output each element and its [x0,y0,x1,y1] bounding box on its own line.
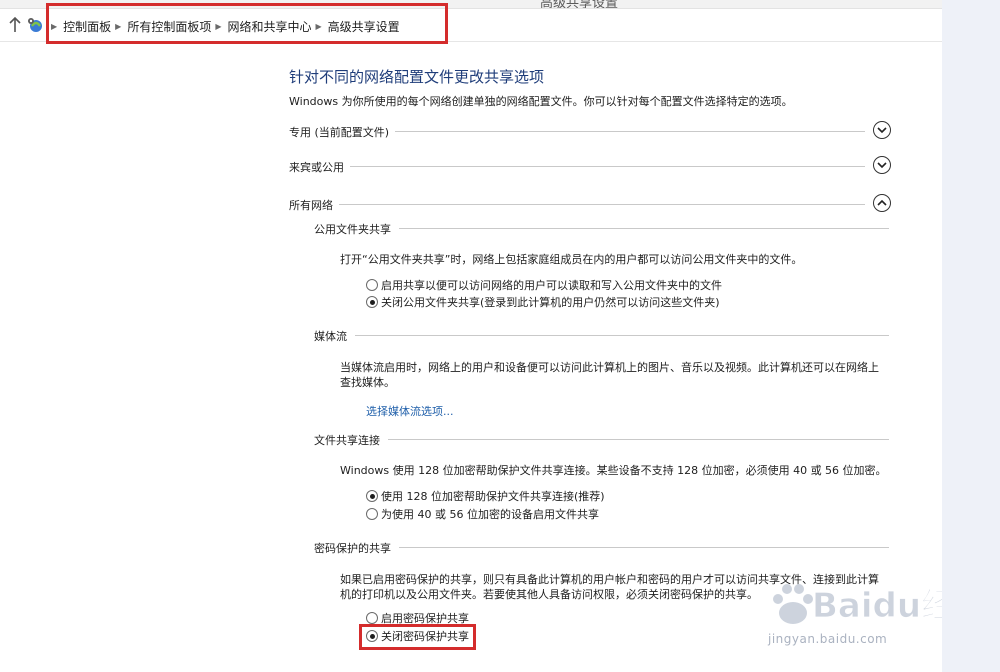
profile-guest-public-label: 来宾或公用 [289,159,350,175]
up-arrow-icon[interactable] [8,16,22,34]
radio-label: 为使用 40 或 56 位加密的设备启用文件共享 [381,508,599,521]
media-streaming-description-line2: 查找媒体。 [340,376,395,389]
password-sharing-header: 密码保护的共享 [314,539,889,556]
radio-label: 关闭公用文件夹共享(登录到此计算机的用户仍然可以访问这些文件夹) [381,296,720,309]
password-option-highlight-box [359,624,476,650]
divider [289,166,865,167]
profile-all-networks-label: 所有网络 [289,197,339,213]
radio-button[interactable] [366,279,378,291]
divider [314,439,889,440]
radio-40-56-bit-encryption[interactable]: 为使用 40 或 56 位加密的设备启用文件共享 [366,506,599,522]
radio-disable-public-folder-sharing[interactable]: 关闭公用文件夹共享(登录到此计算机的用户仍然可以访问这些文件夹) [366,294,720,310]
divider [314,335,889,336]
radio-button-selected[interactable] [366,490,378,502]
watermark-url: jingyan.baidu.com [768,632,888,646]
chevron-down-icon[interactable] [873,156,891,174]
radio-button-selected[interactable] [366,296,378,308]
divider [314,547,889,548]
file-sharing-description: Windows 使用 128 位加密帮助保护文件共享连接。某些设备不支持 128… [340,464,887,477]
password-sharing-description-line2: 机的打印机以及公用文件夹。若要使其他人具备访问权限，必须关闭密码保护的共享。 [340,588,758,601]
file-sharing-title: 文件共享连接 [314,432,388,448]
media-streaming-title: 媒体流 [314,328,355,344]
control-panel-icon [28,18,42,32]
profile-private[interactable]: 专用 (当前配置文件) [289,121,891,141]
divider [289,204,865,205]
media-streaming-description-line1: 当媒体流启用时，网络上的用户和设备便可以访问此计算机上的图片、音乐以及视频。此计… [340,361,879,374]
public-folder-sharing-title: 公用文件夹共享 [314,221,399,237]
radio-button[interactable] [366,508,378,520]
page-title: 针对不同的网络配置文件更改共享选项 [289,68,545,86]
chevron-down-icon[interactable] [873,121,891,139]
radio-button[interactable] [366,612,378,624]
chevron-up-icon[interactable] [873,194,891,212]
svg-text:Baidu经验: Baidu经验 [812,586,960,626]
password-sharing-title: 密码保护的共享 [314,540,399,556]
file-sharing-header: 文件共享连接 [314,431,889,448]
radio-128-bit-encryption[interactable]: 使用 128 位加密帮助保护文件共享连接(推荐) [366,488,605,504]
profile-guest-public[interactable]: 来宾或公用 [289,156,891,176]
window-title: 高级共享设置 [540,0,619,9]
divider [314,228,889,229]
radio-enable-public-folder-sharing[interactable]: 启用共享以便可以访问网络的用户可以读取和写入公用文件夹中的文件 [366,277,722,293]
right-background-strip [942,0,1000,672]
profile-private-label: 专用 (当前配置文件) [289,124,396,140]
advanced-sharing-window: 高级共享设置 ▶ 控制面板 ▶ 所有控制面板项 ▶ 网络和共享中心 ▶ 高级共享… [0,0,960,672]
profile-all-networks[interactable]: 所有网络 [289,194,891,214]
media-streaming-header: 媒体流 [314,327,889,344]
radio-label: 使用 128 位加密帮助保护文件共享连接(推荐) [381,490,605,503]
radio-label: 启用共享以便可以访问网络的用户可以读取和写入公用文件夹中的文件 [381,279,722,292]
media-streaming-options-link[interactable]: 选择媒体流选项... [366,403,454,419]
public-folder-sharing-description: 打开“公用文件夹共享”时，网络上包括家庭组成员在内的用户都可以访问公用文件夹中的… [340,253,803,266]
page-description: Windows 为你所使用的每个网络创建单独的网络配置文件。你可以针对每个配置文… [289,95,793,108]
breadcrumb-highlight-box [46,3,448,44]
public-folder-sharing-header: 公用文件夹共享 [314,220,889,237]
